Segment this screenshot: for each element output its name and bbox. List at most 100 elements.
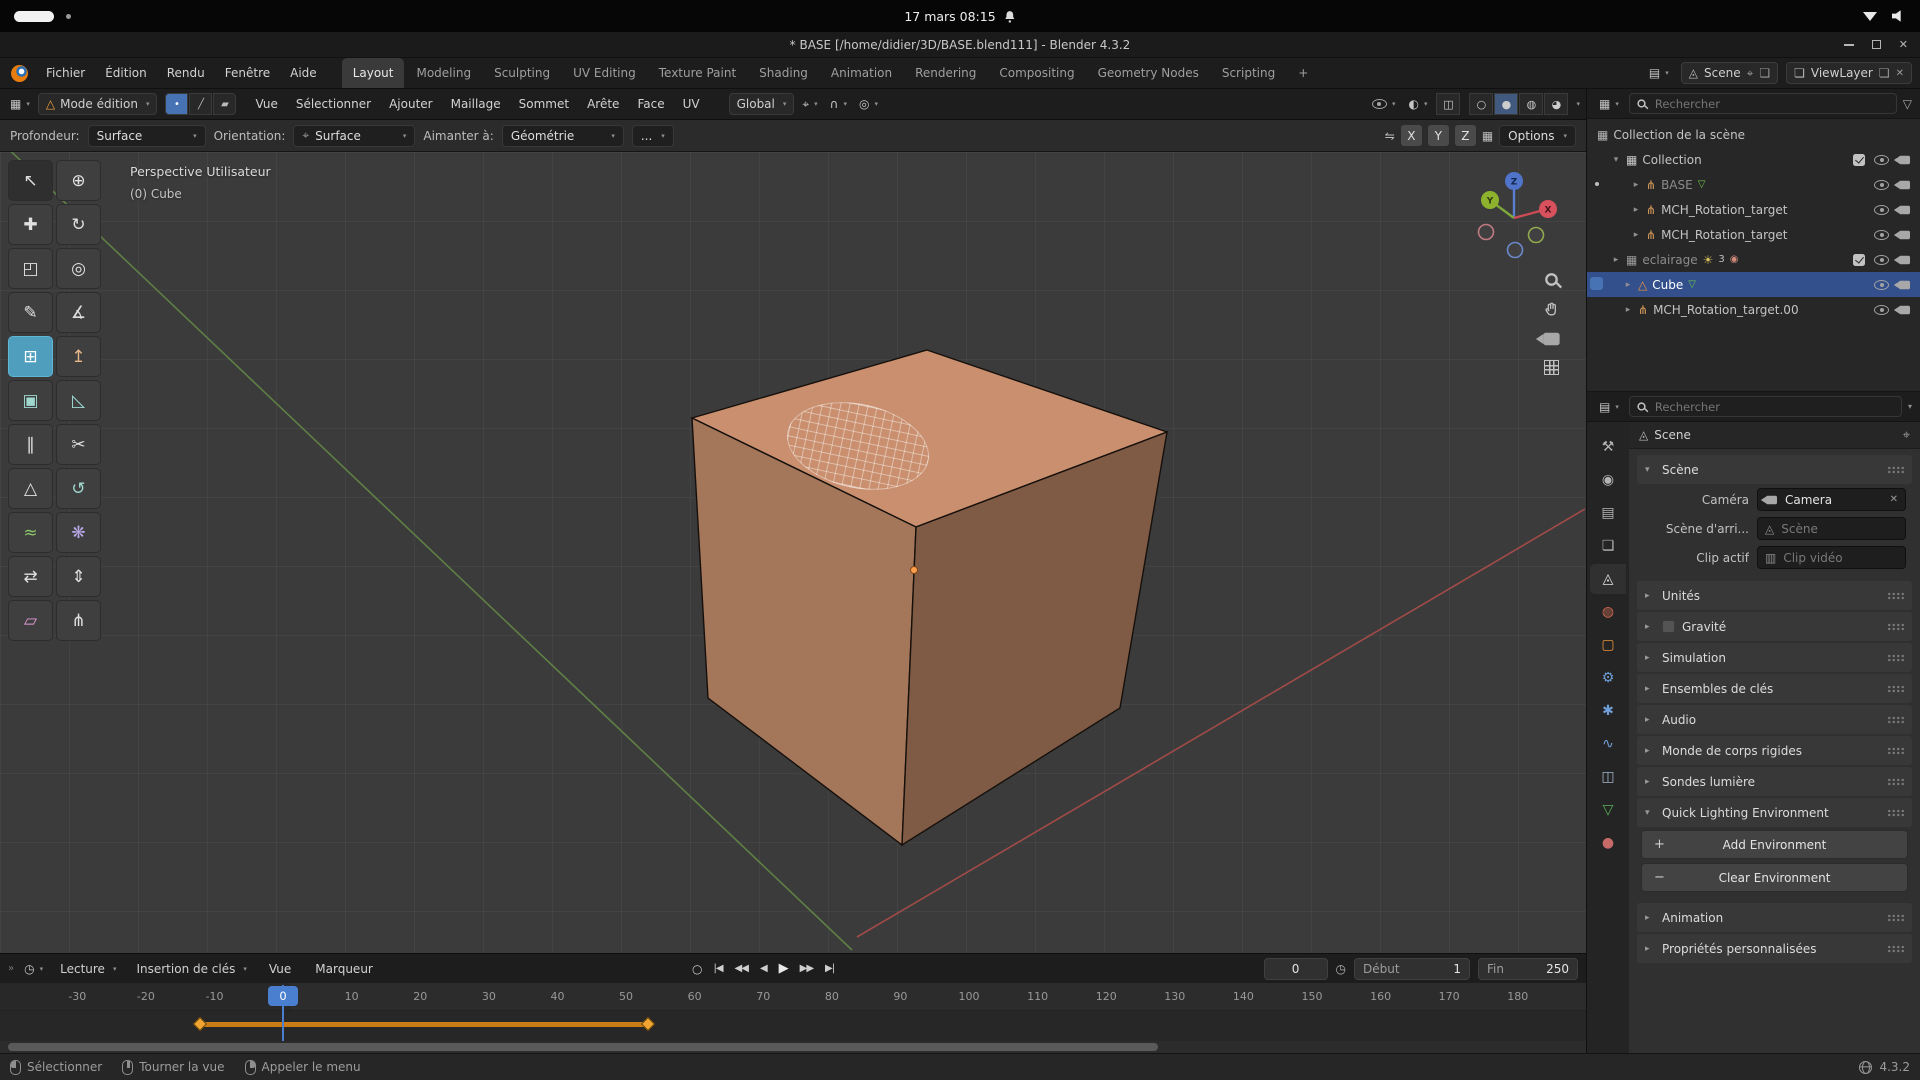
face-select-button[interactable]: ▰	[213, 93, 236, 115]
new-scene-icon[interactable]: ❏	[1759, 66, 1770, 80]
background-scene-field[interactable]: ◬ Scène	[1757, 517, 1906, 540]
outliner-row-cube[interactable]: ▸ △ Cube ▽	[1587, 272, 1920, 297]
tool-button[interactable]: ≈	[8, 512, 53, 553]
shading-rendered-button[interactable]: ◕	[1544, 93, 1568, 115]
hide-viewport-icon[interactable]	[1874, 155, 1889, 165]
chevron-down-icon[interactable]: ▾	[1576, 100, 1580, 108]
tool-button[interactable]: ⊞	[8, 336, 53, 377]
viewport-menu-item[interactable]: UV	[674, 94, 709, 114]
workspace-tab[interactable]: Compositing	[988, 58, 1085, 88]
active-clip-field[interactable]: ▥ Clip vidéo	[1757, 546, 1906, 569]
blender-logo-icon[interactable]	[11, 65, 28, 82]
camera-view-icon[interactable]	[1543, 333, 1559, 346]
tool-button[interactable]: ⋔	[56, 600, 101, 641]
object-visibility-dropdown[interactable]: ▾	[1368, 99, 1400, 109]
workspace-tab[interactable]: Shading	[748, 58, 819, 88]
maximize-button[interactable]	[1872, 40, 1881, 49]
xray-toggle[interactable]: ◫	[1436, 93, 1460, 115]
outliner-row-collection[interactable]: ▾ ▦ Collection	[1587, 147, 1920, 172]
workspace-tab[interactable]: Animation	[820, 58, 903, 88]
close-button[interactable]: ✕	[1899, 38, 1908, 51]
play-button[interactable]: ▶	[774, 958, 793, 979]
expand-icon[interactable]: ▸	[1631, 230, 1641, 240]
auto-keyframe-toggle[interactable]: ○	[688, 962, 706, 976]
disable-render-icon[interactable]	[1899, 230, 1910, 239]
clear-camera-icon[interactable]: ✕	[1890, 494, 1898, 505]
pan-hand-icon[interactable]	[1543, 301, 1560, 318]
disable-render-icon[interactable]	[1899, 155, 1910, 164]
edge-select-button[interactable]: ╱	[189, 93, 212, 115]
jump-to-end-button[interactable]: ▶|	[820, 960, 839, 977]
depth-dropdown[interactable]: Surface ▾	[88, 125, 206, 147]
expand-icon[interactable]: ▸	[1631, 180, 1641, 190]
viewport-menu-item[interactable]: Sélectionner	[287, 94, 380, 114]
neg-z-axis-handle[interactable]	[1508, 243, 1523, 258]
top-menu-item[interactable]: Fenêtre	[216, 63, 279, 83]
keying-menu[interactable]: Insertion de clés ▾	[129, 958, 253, 980]
volume-icon[interactable]	[1892, 10, 1906, 23]
properties-tab[interactable]: ∿	[1590, 729, 1626, 759]
add-workspace-button[interactable]: +	[1287, 58, 1319, 88]
hide-viewport-icon[interactable]	[1874, 255, 1889, 265]
timeline-view-menu[interactable]: Vue	[260, 959, 300, 979]
collapsed-section[interactable]: ▸ Audio	[1637, 705, 1912, 734]
current-frame-badge[interactable]: 0	[268, 986, 298, 1006]
viewport-menu-item[interactable]: Sommet	[510, 94, 578, 114]
pivot-point-dropdown[interactable]: ⌖ ▾	[798, 97, 821, 112]
orthographic-grid-icon[interactable]	[1544, 360, 1559, 375]
workspace-tab[interactable]: Texture Paint	[648, 58, 747, 88]
tool-button[interactable]: ◺	[56, 380, 101, 421]
snap-toggle[interactable]: ∩ ▾	[826, 97, 851, 111]
tool-button[interactable]: ◎	[56, 248, 101, 289]
disable-render-icon[interactable]	[1899, 280, 1910, 289]
timeline-track[interactable]	[0, 1010, 1586, 1041]
collapsed-section[interactable]: ▸ Monde de corps rigides	[1637, 736, 1912, 765]
viewport-menu-item[interactable]: Arête	[578, 94, 628, 114]
tool-button[interactable]: ▱	[8, 600, 53, 641]
tool-button[interactable]: ↻	[56, 204, 101, 245]
frame-start-field[interactable]: Début 1	[1354, 958, 1470, 980]
outliner-row-mch1[interactable]: ▸ ⋔ MCH_Rotation_target	[1587, 197, 1920, 222]
tool-button[interactable]: ∡	[56, 292, 101, 333]
properties-tab[interactable]: ◫	[1590, 762, 1626, 792]
disable-render-icon[interactable]	[1899, 180, 1910, 189]
system-clock[interactable]: 17 mars 08:15	[904, 9, 995, 24]
keyframe-diamond[interactable]	[193, 1017, 207, 1031]
previous-keyframe-button[interactable]: ◀◀	[730, 960, 753, 977]
region-chevron-icon[interactable]: »	[8, 963, 14, 974]
properties-tab[interactable]: ✱	[1590, 696, 1626, 726]
timeline-editor-type-dropdown[interactable]: ◷ ▾	[20, 962, 47, 976]
properties-tab[interactable]: ▽	[1590, 795, 1626, 825]
play-reverse-button[interactable]: ◀	[755, 960, 772, 977]
collection-checkbox[interactable]	[1853, 154, 1865, 166]
properties-tab[interactable]: ⚙	[1590, 663, 1626, 693]
keyframe-diamond[interactable]	[641, 1017, 655, 1031]
jump-to-start-button[interactable]: |◀	[708, 960, 727, 977]
workspace-tab[interactable]: Rendering	[904, 58, 987, 88]
network-status-icon[interactable]	[1863, 12, 1877, 21]
scene-selector[interactable]: ◬ Scene ⌖ ❏	[1681, 62, 1778, 84]
activities-indicator[interactable]	[14, 11, 54, 22]
expand-icon[interactable]: ▸	[1623, 305, 1633, 315]
tool-button[interactable]: ◰	[8, 248, 53, 289]
expand-icon[interactable]: ▸	[1631, 205, 1641, 215]
shading-material-button[interactable]: ◍	[1519, 93, 1543, 115]
expand-icon[interactable]: ▸	[1623, 280, 1633, 290]
remove-viewlayer-icon[interactable]: ✕	[1896, 68, 1904, 79]
neg-x-axis-handle[interactable]	[1479, 225, 1494, 240]
hide-viewport-icon[interactable]	[1874, 230, 1889, 240]
section-unites[interactable]: ▸ Unités	[1637, 581, 1912, 610]
tool-button[interactable]: ❋	[56, 512, 101, 553]
viewport-menu-item[interactable]: Ajouter	[380, 94, 442, 114]
hide-viewport-icon[interactable]	[1874, 305, 1889, 315]
zoom-icon[interactable]	[1545, 273, 1558, 286]
proportional-editing-dropdown[interactable]: ◎ ▾	[855, 97, 882, 111]
tool-button[interactable]: ↺	[56, 468, 101, 509]
viewport-menu-item[interactable]: Face	[628, 94, 673, 114]
workspace-tab[interactable]: Layout	[342, 58, 405, 88]
top-menu-item[interactable]: Aide	[281, 63, 326, 83]
disable-render-icon[interactable]	[1899, 205, 1910, 214]
frame-end-field[interactable]: Fin 250	[1478, 958, 1578, 980]
snap-base-icon[interactable]: ▦	[1482, 129, 1493, 143]
mirror-icon[interactable]: ⇋	[1385, 129, 1395, 143]
